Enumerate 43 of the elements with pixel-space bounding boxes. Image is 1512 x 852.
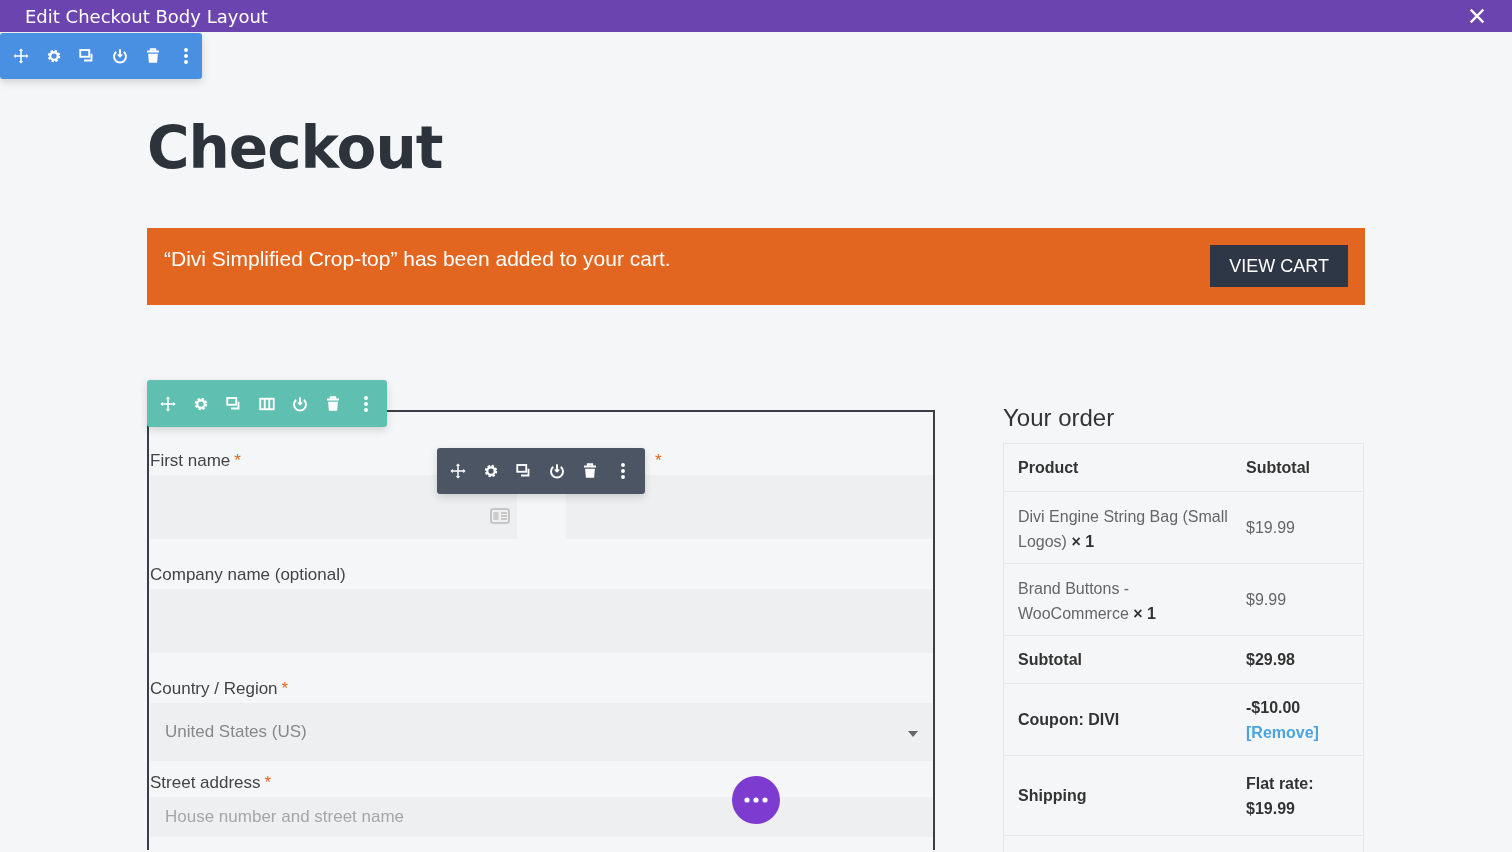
table-cell-text: $9.99 — [1245, 589, 1287, 610]
input-field[interactable] — [150, 475, 517, 539]
required-mark: * — [655, 451, 662, 470]
field-label: Country / Region — [150, 679, 278, 698]
table-cell-text: $29.98 — [1246, 650, 1295, 670]
more-options-button[interactable] — [732, 776, 780, 824]
settings-icon[interactable] — [45, 47, 63, 65]
table-cell-text: Shipping — [1017, 785, 1088, 806]
required-mark: * — [234, 451, 241, 470]
view-cart-button[interactable]: VIEW CART — [1210, 245, 1348, 287]
product-cell-text: Divi Engine String Bag (Small Logos) × 1 — [1017, 507, 1229, 552]
table-cell-text: Flat rate: $19.99 — [1246, 773, 1315, 819]
move-icon[interactable] — [449, 462, 467, 480]
column-header: Product — [1017, 457, 1080, 478]
input-field[interactable] — [566, 475, 933, 539]
table-cell-text: Subtotal — [1017, 649, 1083, 670]
power-icon[interactable] — [111, 47, 129, 65]
notice-message: “Divi Simplified Crop-top” has been added to your cart. — [164, 247, 671, 271]
address-card-icon — [490, 508, 510, 524]
close-icon[interactable] — [1468, 7, 1486, 25]
field-label: First name — [150, 451, 231, 470]
table-cell-text: $19.99 — [1245, 517, 1295, 538]
settings-icon[interactable] — [482, 462, 500, 480]
input-field[interactable] — [150, 589, 933, 653]
field-label: Street address — [150, 773, 261, 792]
column-header: Subtotal — [1245, 457, 1310, 478]
trash-icon[interactable] — [144, 47, 162, 65]
country-select[interactable]: United States (US) — [150, 703, 933, 761]
move-icon[interactable] — [12, 47, 30, 65]
required-mark: * — [264, 773, 272, 792]
section-heading: Your order — [1003, 403, 1116, 433]
power-icon[interactable] — [548, 462, 566, 480]
field-label: Company name (optional) — [150, 565, 346, 584]
table-cell-text: Coupon: DIVI — [1017, 709, 1121, 730]
table-cell-text: -$10.00 — [1246, 697, 1301, 718]
remove-link[interactable]: [Remove] — [1246, 719, 1319, 745]
window-title: Edit Checkout Body Layout — [25, 5, 268, 27]
required-mark: * — [281, 679, 289, 698]
product-cell-text: Brand Buttons - WooCommerce × 1 — [1017, 579, 1157, 624]
caret-icon — [908, 731, 918, 737]
input-field[interactable]: House number and street name — [150, 797, 933, 837]
page-heading: Checkout — [147, 113, 444, 184]
trash-icon[interactable] — [581, 462, 599, 480]
